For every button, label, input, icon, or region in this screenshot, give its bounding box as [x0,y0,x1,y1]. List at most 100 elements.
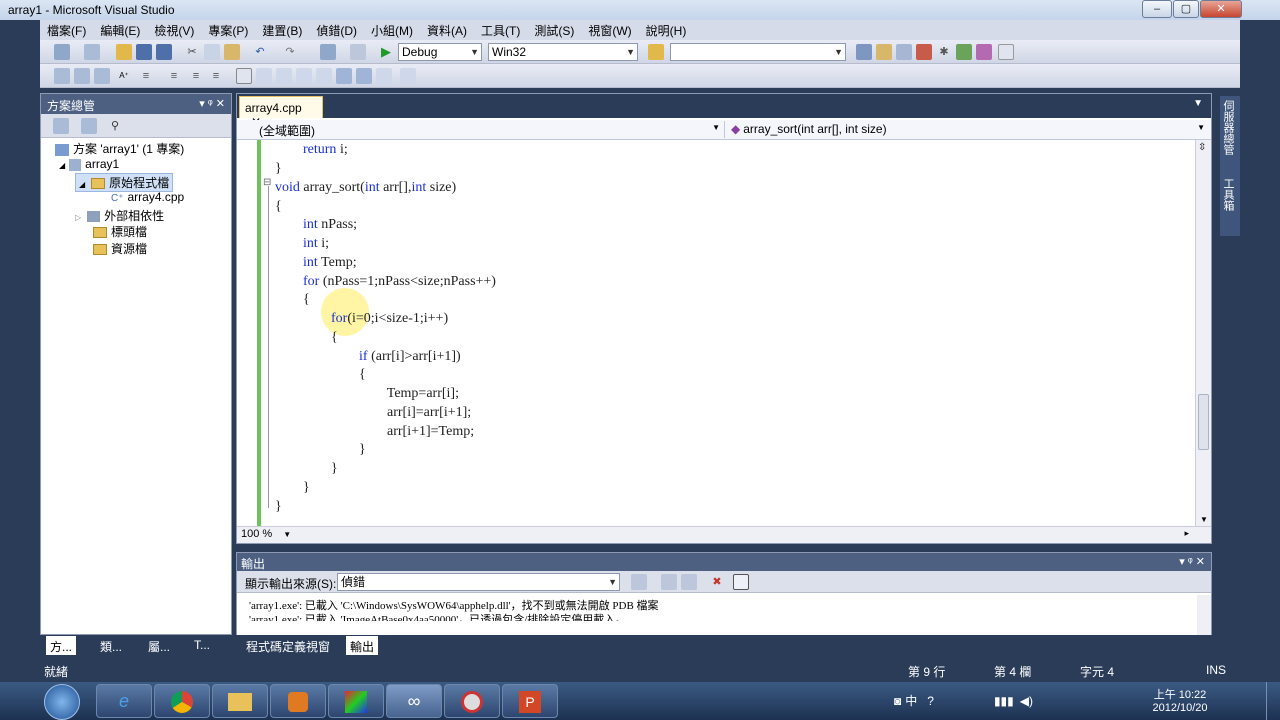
tab-solution-explorer[interactable]: 方... [46,636,77,655]
visual-studio-icon[interactable]: ∞ [386,684,442,718]
vertical-scrollbar[interactable]: ⇳ ▼ [1195,140,1211,526]
tab-team-explorer[interactable]: T... [190,636,214,655]
code-area[interactable]: ⊟ return i; } void array_sort(int arr[],… [237,140,1195,526]
tree-item-resource-files[interactable]: 資源檔 [93,240,147,257]
param-info-icon[interactable] [74,68,90,84]
tab-array4-cpp[interactable]: array4.cpp ✕ [239,96,323,129]
menu-edit[interactable]: 編輯(E) [93,20,147,41]
menu-team[interactable]: 小組(M) [364,20,420,41]
show-desktop-button[interactable] [1266,682,1280,720]
refresh-icon[interactable] [81,118,97,134]
pane-controls[interactable]: ▾ ᵠ ✕ [1179,555,1205,568]
command-window-icon[interactable] [998,44,1014,60]
help-icon[interactable]: ? [927,694,934,708]
platform-select[interactable]: Win32 ▼ [488,43,638,61]
solution-config-select[interactable]: Debug ▼ [398,43,482,61]
word-wrap-icon[interactable] [733,574,749,590]
menu-file[interactable]: 檔案(F) [40,20,93,41]
start-debug-icon[interactable]: ▶ [378,44,394,60]
object-browser-icon[interactable] [896,44,912,60]
clear-all-icon[interactable]: ✖ [709,574,725,590]
collapse-arrow-icon[interactable]: ▷ [75,213,81,222]
output-scrollbar[interactable] [1197,595,1211,635]
save-icon[interactable] [136,44,152,60]
explorer-icon[interactable] [212,684,268,718]
quick-info-icon[interactable] [54,68,70,84]
tree-item-solution[interactable]: 方案 'array1' (1 專案) [55,140,184,157]
navigate-back-icon[interactable] [320,44,336,60]
font-size-icon[interactable]: A⁺ [116,68,132,84]
tab-dropdown-icon[interactable]: ▼ [1193,98,1203,109]
network-icon[interactable]: ▮▮▮ [994,694,1014,708]
expand-arrow-icon[interactable]: ◢ [79,180,85,189]
complete-word-icon[interactable] [94,68,110,84]
view-class-icon[interactable]: ⚲ [107,118,123,134]
menu-tools[interactable]: 工具(T) [474,20,527,41]
scope-select[interactable]: (全域範圍) ▼ [237,121,725,138]
scroll-down-icon[interactable]: ▼ [1200,515,1208,524]
powerpoint-icon[interactable]: P [502,684,558,718]
navigate-forward-icon[interactable] [350,44,366,60]
prev-bookmark-folder-icon[interactable] [296,68,312,84]
open-file-icon[interactable] [116,44,132,60]
comment-icon[interactable]: ≡ [188,68,204,84]
split-icon[interactable]: ⇳ [1198,142,1206,153]
save-all-icon[interactable] [156,44,172,60]
decrease-indent-icon[interactable]: ≡ [138,68,154,84]
zoom-select[interactable]: 100 % ▼ [241,528,295,542]
menu-build[interactable]: 建置(B) [255,20,309,41]
toolbox-icon[interactable] [916,44,932,60]
tree-item-array4-cpp[interactable]: C⁺ array4.cpp [111,190,184,204]
properties-icon[interactable] [876,44,892,60]
tools-icon[interactable]: ✱ [936,44,952,60]
new-project-icon[interactable] [54,44,70,60]
chrome-icon[interactable] [154,684,210,718]
ime-indicator[interactable]: 中 [905,694,917,708]
tree-item-external-deps[interactable]: ▷ 外部相依性 [75,207,164,224]
next-message-icon[interactable] [681,574,697,590]
tab-class-view[interactable]: 類... [96,636,126,655]
scroll-right-icon[interactable]: ▸ [1184,528,1189,539]
cut-icon[interactable]: ✂ [184,44,200,60]
menu-project[interactable]: 專案(P) [201,20,255,41]
menu-view[interactable]: 檢視(V) [147,20,201,41]
bookmark-icon[interactable] [236,68,252,84]
start-button[interactable] [44,684,80,720]
toolbar-options-icon[interactable] [400,68,416,84]
menu-window[interactable]: 視窗(W) [581,20,638,41]
find-combo[interactable]: ▼ [670,43,846,61]
next-bookmark-icon[interactable] [276,68,292,84]
increase-indent-icon[interactable]: ≡ [166,68,182,84]
close-button[interactable]: ✕ [1200,0,1242,18]
output-source-select[interactable]: 偵錯 ▼ [337,573,620,591]
find-in-files-icon[interactable] [648,44,664,60]
volume-icon[interactable]: ◀) [1020,694,1033,708]
tree-item-header-files[interactable]: 標頭檔 [93,223,147,240]
add-item-icon[interactable] [84,44,100,60]
ie-icon[interactable]: e [96,684,152,718]
paste-icon[interactable] [224,44,240,60]
next-bookmark-doc-icon[interactable] [356,68,372,84]
tab-property-manager[interactable]: 屬... [144,636,174,655]
minimize-button[interactable]: – [1142,0,1172,18]
expand-arrow-icon[interactable]: ◢ [59,161,65,170]
side-tab-toolbox[interactable]: 工具箱 [1222,178,1236,228]
maximize-button[interactable]: ▢ [1173,0,1199,18]
uncomment-icon[interactable]: ≡ [208,68,224,84]
member-select[interactable]: ◆ array_sort(int arr[], int size) ▼ [727,121,1209,138]
solution-explorer-icon[interactable] [856,44,872,60]
scroll-thumb[interactable] [1198,394,1209,450]
copy-icon[interactable] [204,44,220,60]
media-player-icon[interactable] [270,684,326,718]
prev-bookmark-doc-icon[interactable] [336,68,352,84]
ime-icon[interactable]: ◙ [894,694,901,708]
next-bookmark-folder-icon[interactable] [316,68,332,84]
pane-controls[interactable]: ▾ ᵠ ✕ [199,97,225,110]
menu-data[interactable]: 資料(A) [420,20,474,41]
undo-icon[interactable]: ↶ [252,44,268,60]
tray-icons[interactable]: ◙ 中? ▮▮▮ ◀) [894,692,1033,709]
prev-message-icon[interactable] [661,574,677,590]
find-message-icon[interactable] [631,574,647,590]
redo-icon[interactable]: ↷ [282,44,298,60]
prev-bookmark-icon[interactable] [256,68,272,84]
